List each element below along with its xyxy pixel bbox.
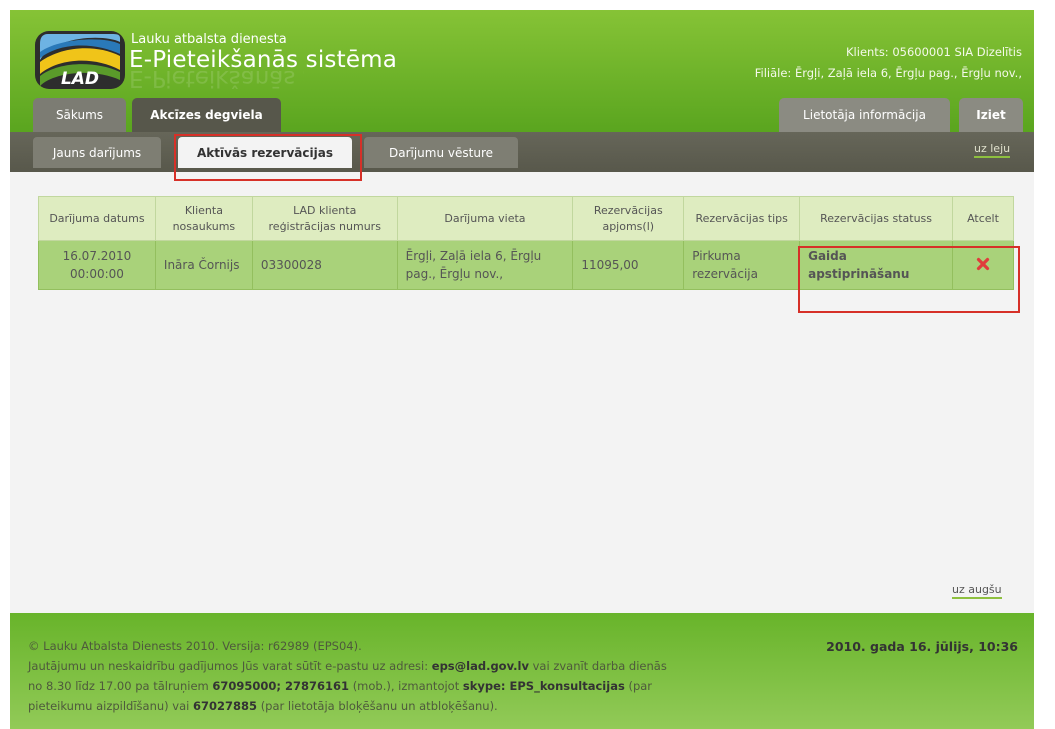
title-reflection-text: E-Pieteikšanās sistēma <box>129 71 304 89</box>
cell-place: Ērgļi, Zaļā iela 6, Ērgļu pag., Ērgļu no… <box>396 240 574 290</box>
col-header-date: Darījuma datums <box>38 196 156 241</box>
footer-copyright: © Lauku Atbalsta Dienests 2010. Versija:… <box>28 639 362 653</box>
col-header-type: Rezervācijas tips <box>683 196 801 241</box>
footer-text: (mob.), izmantojot <box>352 679 460 693</box>
client-line: Klients: 05600001 SIA Dizelītis <box>846 45 1022 59</box>
col-header-volume: Rezervācijas apjoms(l) <box>572 196 685 241</box>
delete-x-icon[interactable] <box>974 255 992 273</box>
footer-text: (par <box>628 679 653 693</box>
table-header-row: Darījuma datums Klienta nosaukums LAD kl… <box>38 196 1014 241</box>
reservations-table: Darījuma datums Klienta nosaukums LAD kl… <box>38 196 1014 290</box>
tab-user-info[interactable]: Lietotāja informācija <box>779 98 950 132</box>
footer-block-phone: 67027885 <box>193 699 258 713</box>
tab-sakums[interactable]: Sākums <box>33 98 126 132</box>
col-header-place: Darījuma vieta <box>396 196 574 241</box>
logo-text: LAD <box>61 69 99 89</box>
cell-type: Pirkuma rezervācija <box>683 240 801 290</box>
footer-text: Jautājumu un neskaidrību gadījumos Jūs v… <box>28 659 429 673</box>
system-title: E-Pieteikšanās sistēma <box>129 47 398 73</box>
subtab-new-transaction[interactable]: Jauns darījums <box>33 137 161 168</box>
footer-text: pieteikumu aizpildīšanu) vai <box>28 699 190 713</box>
footer-email-link[interactable]: eps@lad.gov.lv <box>432 659 529 673</box>
footer-text: (par lietotāja bloķēšanu un atbloķēšanu)… <box>260 699 498 713</box>
title-reflection: E-Pieteikšanās sistēma <box>129 71 304 89</box>
col-header-client: Klienta nosaukums <box>154 196 253 241</box>
footer-contact-line-1: Jautājumu un neskaidrību gadījumos Jūs v… <box>28 656 667 676</box>
scroll-up-link[interactable]: uz augšu <box>952 583 1002 599</box>
scroll-down-link[interactable]: uz leju <box>974 142 1011 158</box>
lad-logo: LAD <box>34 30 126 90</box>
footer-text: vai zvanīt darba dienās <box>532 659 667 673</box>
tab-akcizes-degviela[interactable]: Akcīzes degviela <box>132 98 281 132</box>
footer-text: no 8.30 līdz 17.00 pa tālruņiem <box>28 679 209 693</box>
footer-contact-line-2: no 8.30 līdz 17.00 pa tālruņiem 67095000… <box>28 676 652 696</box>
cell-reg-no: 03300028 <box>251 240 398 290</box>
col-header-cancel: Atcelt <box>952 196 1014 241</box>
footer-skype: skype: EPS_konsultacijas <box>462 679 625 693</box>
footer-datetime: 2010. gada 16. jūlijs, 10:36 <box>826 639 1018 654</box>
subtab-active-reservations[interactable]: Aktīvās rezervācijas <box>178 137 352 168</box>
org-name: Lauku atbalsta dienesta <box>131 32 287 47</box>
cell-cancel <box>952 240 1014 290</box>
footer-phones: 67095000; 27876161 <box>212 679 350 693</box>
app-frame: LAD Lauku atbalsta dienesta E-Pieteikšan… <box>10 10 1034 729</box>
col-header-reg-no: LAD klienta reģistrācijas numurs <box>251 196 398 241</box>
table-row: 16.07.2010 00:00:00 Ināra Čornijs 033000… <box>38 240 1014 290</box>
cell-date: 16.07.2010 00:00:00 <box>38 240 156 290</box>
cell-status: Gaida apstiprināšanu <box>799 240 953 290</box>
subtab-history[interactable]: Darījumu vēsture <box>364 137 518 168</box>
footer: © Lauku Atbalsta Dienests 2010. Versija:… <box>10 613 1034 729</box>
footer-contact-line-3: pieteikumu aizpildīšanu) vai 67027885 (p… <box>28 696 498 716</box>
client-info: Klients: 05600001 SIA Dizelītis Filiāle:… <box>755 42 1022 84</box>
col-header-status: Rezervācijas statuss <box>799 196 953 241</box>
header: LAD Lauku atbalsta dienesta E-Pieteikšan… <box>10 10 1034 132</box>
branch-line: Filiāle: Ērgļi, Zaļā iela 6, Ērgļu pag.,… <box>754 66 1022 80</box>
logout-button[interactable]: Iziet <box>959 98 1023 132</box>
cell-client: Ināra Čornijs <box>154 240 253 290</box>
cell-volume: 11095,00 <box>572 240 685 290</box>
sub-navigation: Jauns darījums Aktīvās rezervācijas Darī… <box>10 132 1034 172</box>
